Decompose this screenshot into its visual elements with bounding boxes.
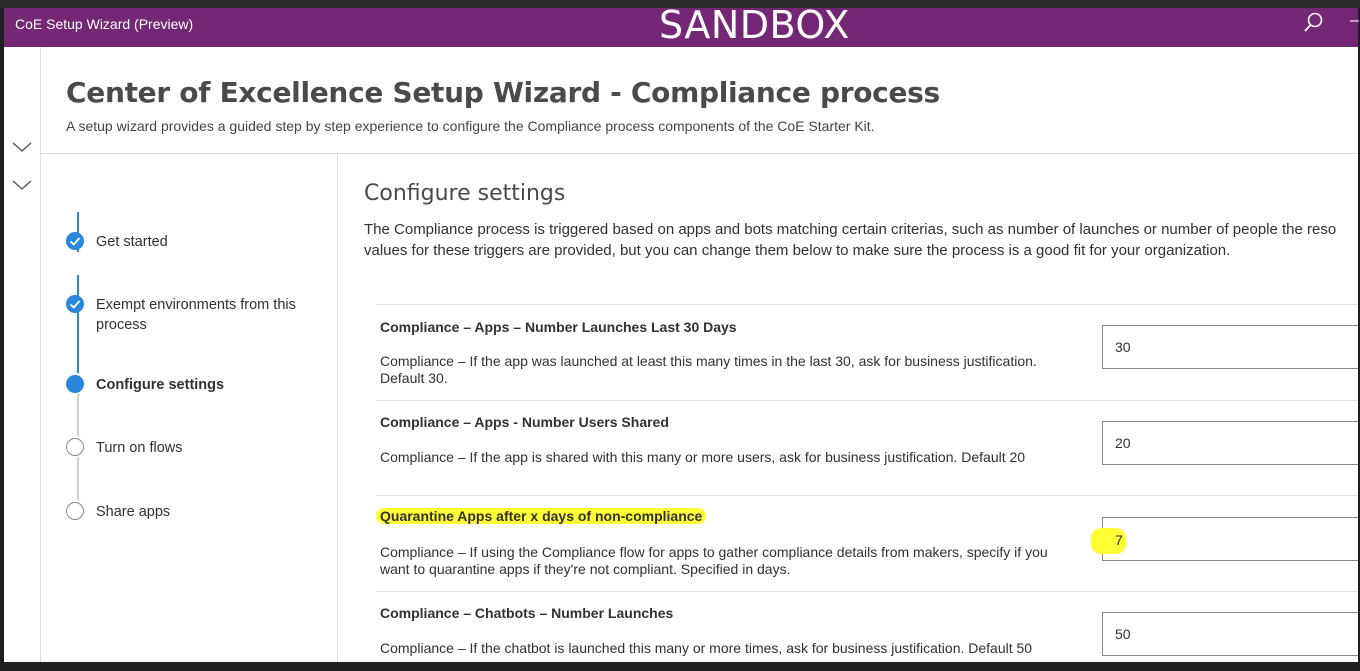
setting-row: Compliance – Apps - Number Users Shared … bbox=[376, 400, 1358, 495]
more-icon[interactable]: – bbox=[1350, 12, 1360, 32]
page-title: Center of Excellence Setup Wizard - Comp… bbox=[66, 76, 940, 109]
left-rail bbox=[4, 47, 41, 662]
step-label: Exempt environments from this process bbox=[96, 297, 296, 333]
app-title[interactable]: CoE Setup Wizard (Preview) bbox=[15, 16, 193, 32]
launches-last-30-days-input[interactable] bbox=[1102, 325, 1358, 369]
setting-row: Quarantine Apps after x days of non-comp… bbox=[376, 495, 1358, 591]
setting-row: Compliance – Chatbots – Number Launches … bbox=[376, 591, 1358, 662]
checkmark-icon bbox=[66, 295, 84, 313]
step-label: Share apps bbox=[96, 504, 171, 520]
search-button[interactable] bbox=[1302, 10, 1326, 36]
step-label: Configure settings bbox=[96, 377, 225, 393]
step-connector bbox=[77, 394, 79, 436]
setting-name: Compliance – Apps - Number Users Shared bbox=[380, 414, 669, 430]
wizard-stepper: Get started Exempt environments from thi… bbox=[41, 154, 338, 662]
page-header: Center of Excellence Setup Wizard - Comp… bbox=[41, 47, 1358, 154]
setting-help: Compliance – If using the Compliance flo… bbox=[380, 544, 1048, 577]
quarantine-days-input[interactable] bbox=[1102, 517, 1358, 561]
setting-help: Compliance – If the chatbot is launched … bbox=[380, 640, 1033, 656]
pending-step-icon bbox=[66, 438, 84, 456]
setting-name: Quarantine Apps after x days of non-comp… bbox=[376, 508, 707, 524]
setting-help: Compliance – If the app is shared with t… bbox=[380, 449, 1026, 465]
current-step-icon bbox=[66, 375, 84, 393]
app-header-bar: CoE Setup Wizard (Preview) SANDBOX – bbox=[4, 3, 1360, 47]
page-subtitle: A setup wizard provides a guided step by… bbox=[66, 118, 875, 134]
step-label: Get started bbox=[96, 234, 168, 250]
chevron-down-icon[interactable] bbox=[10, 137, 34, 157]
main-canvas: Center of Excellence Setup Wizard - Comp… bbox=[4, 47, 1358, 662]
pending-step-icon bbox=[66, 502, 84, 520]
checkmark-icon bbox=[66, 232, 84, 250]
environment-label: SANDBOX bbox=[659, 3, 850, 47]
setting-name: Compliance – Chatbots – Number Launches bbox=[380, 605, 674, 621]
users-shared-input[interactable] bbox=[1102, 421, 1358, 465]
quarantine-days-value: 7 bbox=[1115, 532, 1123, 548]
setting-row: Compliance – Apps – Number Launches Last… bbox=[376, 304, 1358, 400]
section-description: The Compliance process is triggered base… bbox=[364, 221, 1337, 259]
step-connector bbox=[77, 275, 79, 373]
setting-name: Compliance – Apps – Number Launches Last… bbox=[380, 319, 737, 335]
section-title: Configure settings bbox=[364, 181, 566, 206]
chevron-down-icon[interactable] bbox=[10, 175, 34, 195]
chatbot-launches-input[interactable] bbox=[1102, 612, 1358, 656]
step-connector bbox=[77, 457, 79, 500]
step-label: Turn on flows bbox=[96, 440, 183, 456]
setting-help: Compliance – If the app was launched at … bbox=[380, 353, 1037, 386]
window-bottom-strip bbox=[0, 662, 1360, 671]
settings-content: Configure settings The Compliance proces… bbox=[339, 154, 1358, 662]
search-icon bbox=[1304, 12, 1323, 32]
